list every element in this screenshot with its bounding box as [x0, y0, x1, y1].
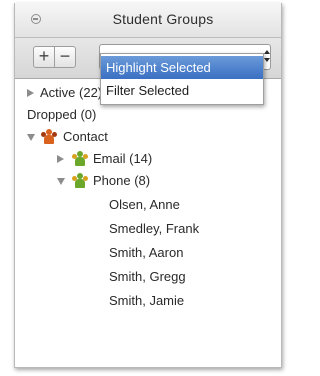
tree-item-label: Phone (8): [93, 173, 151, 188]
disclosure-down-icon[interactable]: [27, 134, 35, 141]
action-dropdown-menu[interactable]: Highlight Selected Filter Selected: [100, 53, 264, 105]
student-groups-panel: Student Groups + − Active (22) Dropped (…: [14, 3, 282, 368]
remove-group-button[interactable]: −: [54, 46, 76, 68]
group-people-icon: [72, 151, 88, 167]
list-item[interactable]: Smedley, Frank: [109, 218, 199, 240]
disclosure-right-icon[interactable]: [27, 89, 34, 97]
title-bar: Student Groups: [15, 3, 281, 38]
list-item[interactable]: Smith, Gregg: [109, 266, 186, 288]
panel-title: Student Groups: [112, 11, 214, 27]
menu-item-highlight-selected[interactable]: Highlight Selected: [101, 56, 263, 79]
add-group-button[interactable]: +: [33, 46, 55, 68]
tree-item-label: Contact: [63, 129, 108, 144]
tree-item-label: Email (14): [93, 151, 153, 166]
list-item[interactable]: Olsen, Anne: [109, 194, 180, 216]
group-people-icon: [41, 129, 57, 145]
disclosure-down-icon[interactable]: [57, 178, 65, 185]
list-item[interactable]: Smith, Aaron: [109, 242, 183, 264]
menu-item-filter-selected[interactable]: Filter Selected: [101, 79, 263, 102]
tree-item-label: Active (22): [40, 85, 103, 100]
disclosure-right-icon[interactable]: [57, 155, 64, 163]
list-item[interactable]: Smith, Jamie: [109, 290, 184, 312]
select-stepper-icon[interactable]: [264, 47, 271, 67]
tree-item-label: Dropped (0): [27, 107, 97, 122]
group-people-icon: [72, 173, 88, 189]
